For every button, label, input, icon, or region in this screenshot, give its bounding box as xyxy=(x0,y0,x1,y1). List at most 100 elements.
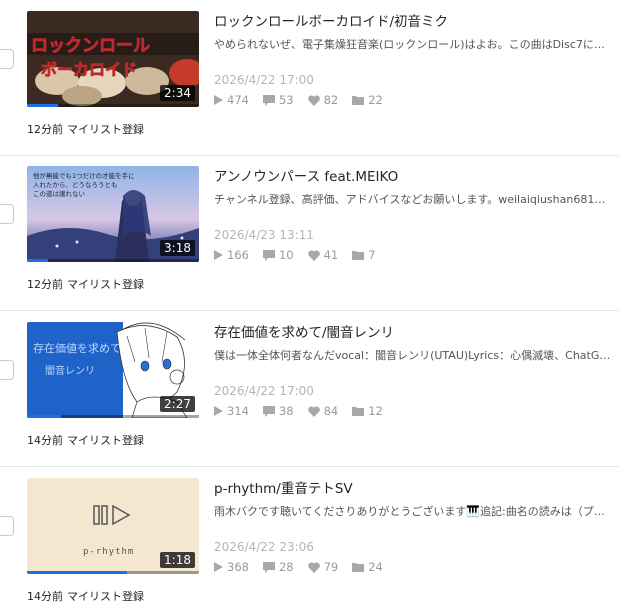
mylists-count: 7 xyxy=(368,248,376,262)
likes-count: 84 xyxy=(323,404,339,418)
comments-stat: 10 xyxy=(262,248,294,262)
video-title[interactable]: ロックンロールボーカロイド/初音ミク xyxy=(214,10,448,30)
mylists-count: 12 xyxy=(368,404,383,418)
folder-icon xyxy=(352,563,365,572)
heart-icon xyxy=(307,249,320,261)
video-description: 僕は一体全体何者なんだvocal：闇音レンリ(UTAU)Lyrics：心偶滅壊、… xyxy=(214,349,614,362)
video-stats: 314 38 84 12 xyxy=(214,404,397,418)
video-title[interactable]: アンノウンパース feat.MEIKO xyxy=(214,165,398,185)
watch-progress xyxy=(27,571,127,574)
play-icon xyxy=(214,250,223,260)
views-stat: 474 xyxy=(214,93,249,107)
likes-stat: 84 xyxy=(307,404,339,418)
svg-text:存在価値を求めて: 存在価値を求めて xyxy=(33,341,121,355)
time-ago: 14分前 xyxy=(27,434,63,447)
folder-icon xyxy=(352,407,365,416)
duration-badge: 2:27 xyxy=(160,396,195,412)
item-meta: 14分前 マイリスト登録 xyxy=(27,432,144,448)
svg-text:この道は譲れない: この道は譲れない xyxy=(33,189,85,198)
video-title[interactable]: 存在価値を求めて/闇音レンリ xyxy=(214,321,394,341)
svg-text:闇音レンリ: 闇音レンリ xyxy=(45,364,95,377)
time-ago: 12分前 xyxy=(27,123,63,136)
likes-count: 79 xyxy=(323,560,339,574)
duration-badge: 1:18 xyxy=(160,552,195,568)
views-stat: 166 xyxy=(214,248,249,262)
mylists-stat: 12 xyxy=(352,404,383,418)
comment-icon xyxy=(262,561,275,573)
svg-text:入れたから、どうなろうとも: 入れたから、どうなろうとも xyxy=(33,181,118,189)
heart-icon xyxy=(307,94,320,106)
comments-count: 28 xyxy=(278,560,294,574)
video-item: ロックンロール ボーカロイド 2:34 ロックンロールボーカロイド/初音ミク や… xyxy=(0,0,619,156)
folder-icon xyxy=(352,251,365,260)
svg-text:ロックンロール: ロックンロール xyxy=(31,36,150,56)
likes-stat: 79 xyxy=(307,560,339,574)
comment-icon xyxy=(262,249,275,261)
duration-badge: 3:18 xyxy=(160,240,195,256)
views-count: 474 xyxy=(227,93,249,107)
select-checkbox[interactable] xyxy=(0,360,14,380)
heart-icon xyxy=(307,561,320,573)
upload-date: 2026/4/23 13:11 xyxy=(214,228,314,242)
views-stat: 368 xyxy=(214,560,249,574)
likes-count: 41 xyxy=(323,248,339,262)
item-meta: 12分前 マイリスト登録 xyxy=(27,276,144,292)
mylists-count: 22 xyxy=(368,93,383,107)
comment-icon xyxy=(262,405,275,417)
upload-date: 2026/4/22 23:06 xyxy=(214,540,314,554)
video-description: 雨木バクです聴いてくださりありがとうございます🎹追記:曲名の読みは（プリ… xyxy=(214,505,614,518)
svg-text:p-rhythm: p-rhythm xyxy=(83,547,134,557)
play-icon xyxy=(214,95,223,105)
svg-text:他が無能でも1つだけの才能を手に: 他が無能でも1つだけの才能を手に xyxy=(33,171,135,180)
mylist-register-link[interactable]: マイリスト登録 xyxy=(67,278,144,291)
video-title[interactable]: p-rhythm/重音テトSV xyxy=(214,477,353,497)
item-meta: 14分前 マイリスト登録 xyxy=(27,588,144,604)
upload-date: 2026/4/22 17:00 xyxy=(214,384,314,398)
svg-text:ボーカロイド: ボーカロイド xyxy=(41,60,137,79)
mylist-register-link[interactable]: マイリスト登録 xyxy=(67,590,144,603)
video-description: やめられないぜ、電子集燥狂音楽(ロックンロール)はよお。この曲はDisc7に入… xyxy=(214,38,614,51)
video-item: 存在価値を求めて 闇音レンリ 2:27 存在価値を求めて/闇音レンリ 僕は一体全… xyxy=(0,311,619,467)
play-icon xyxy=(214,562,223,572)
mylist-register-link[interactable]: マイリスト登録 xyxy=(67,123,144,136)
comments-count: 10 xyxy=(278,248,294,262)
mylists-stat: 24 xyxy=(352,560,383,574)
duration-badge: 2:34 xyxy=(160,85,195,101)
comments-count: 38 xyxy=(278,404,294,418)
upload-date: 2026/4/22 17:00 xyxy=(214,73,314,87)
play-icon xyxy=(214,406,223,416)
select-checkbox[interactable] xyxy=(0,516,14,536)
views-count: 368 xyxy=(227,560,249,574)
video-item: 他が無能でも1つだけの才能を手に 入れたから、どうなろうとも この道は譲れない … xyxy=(0,155,619,311)
select-checkbox[interactable] xyxy=(0,204,14,224)
likes-count: 82 xyxy=(323,93,339,107)
watch-progress xyxy=(27,415,62,418)
comment-icon xyxy=(262,94,275,106)
watch-progress xyxy=(27,259,48,262)
video-stats: 166 10 41 7 xyxy=(214,248,390,262)
likes-stat: 82 xyxy=(307,93,339,107)
time-ago: 14分前 xyxy=(27,590,63,603)
likes-stat: 41 xyxy=(307,248,339,262)
progress-track xyxy=(27,259,199,262)
heart-icon xyxy=(307,405,320,417)
mylists-count: 24 xyxy=(368,560,383,574)
views-count: 166 xyxy=(227,248,249,262)
comments-stat: 28 xyxy=(262,560,294,574)
select-checkbox[interactable] xyxy=(0,49,14,69)
folder-icon xyxy=(352,96,365,105)
comments-count: 53 xyxy=(278,93,294,107)
video-thumbnail[interactable]: 存在価値を求めて 闇音レンリ 2:27 xyxy=(27,322,199,418)
video-thumbnail[interactable]: p-rhythm 1:18 xyxy=(27,478,199,574)
views-stat: 314 xyxy=(214,404,249,418)
video-thumbnail[interactable]: 他が無能でも1つだけの才能を手に 入れたから、どうなろうとも この道は譲れない … xyxy=(27,166,199,262)
mylists-stat: 22 xyxy=(352,93,383,107)
comments-stat: 53 xyxy=(262,93,294,107)
video-thumbnail[interactable]: ロックンロール ボーカロイド 2:34 xyxy=(27,11,199,107)
time-ago: 12分前 xyxy=(27,278,63,291)
video-item: p-rhythm 1:18 p-rhythm/重音テトSV 雨木バクです聴いてく… xyxy=(0,467,619,605)
video-description: チャンネル登録、高評価、アドバイスなどお願いします。weilaiqiushan6… xyxy=(214,193,614,206)
mylist-register-link[interactable]: マイリスト登録 xyxy=(67,434,144,447)
video-stats: 474 53 82 22 xyxy=(214,93,397,107)
comments-stat: 38 xyxy=(262,404,294,418)
